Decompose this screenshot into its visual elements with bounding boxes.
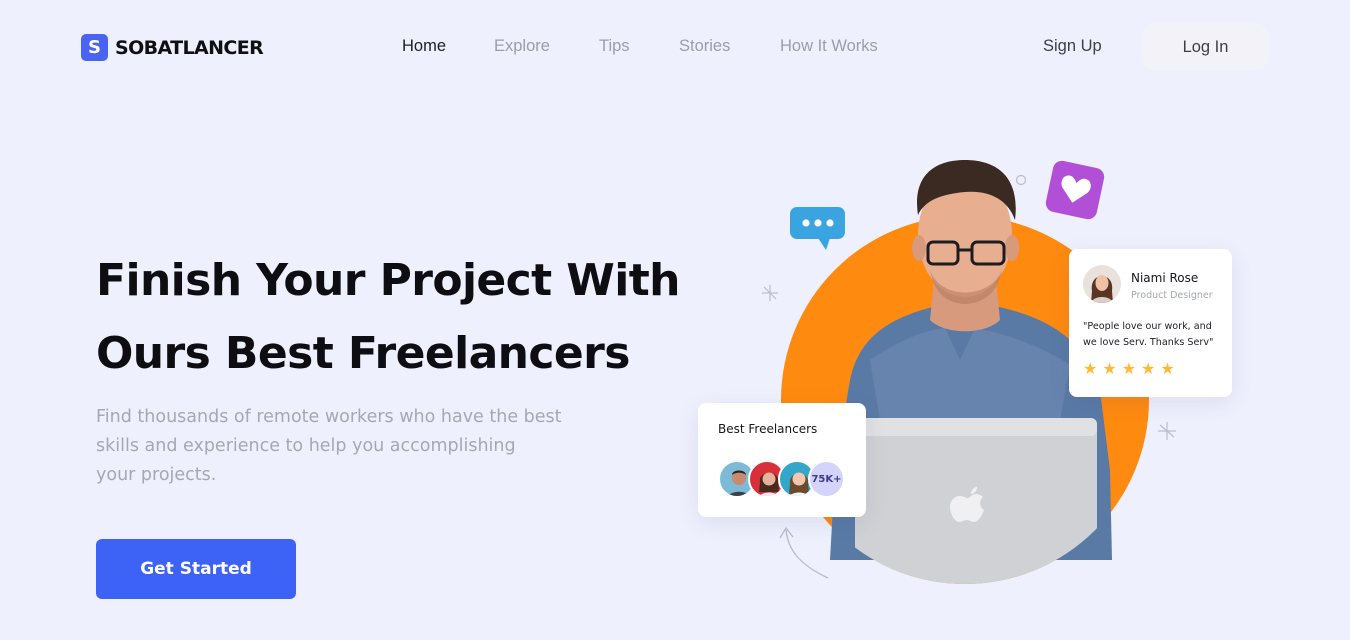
logo-icon: S xyxy=(81,34,108,61)
heart-icon xyxy=(1045,160,1105,220)
freelancer-avatar xyxy=(748,460,786,498)
review-quote: "People love our work, and we love Serv.… xyxy=(1083,321,1214,348)
hero-subtitle-line-1: Find thousands of remote workers who hav… xyxy=(96,407,562,427)
decorative-sparkle-right xyxy=(1158,422,1176,440)
hero-subtitle: Find thousands of remote workers who hav… xyxy=(96,403,616,490)
star-icon: ★ xyxy=(1083,359,1098,378)
get-started-button[interactable]: Get Started xyxy=(96,539,296,599)
freelancer-count-badge: 75K+ xyxy=(808,460,845,498)
review-card: Niami Rose Product Designer "People love… xyxy=(1069,249,1232,397)
nav-item-how-it-works[interactable]: How It Works xyxy=(780,37,878,56)
star-icon: ★ xyxy=(1102,359,1117,378)
orange-circle xyxy=(781,216,1149,584)
review-rating: ★ ★ ★ ★ ★ xyxy=(1083,361,1175,377)
reviewer-name: Niami Rose xyxy=(1131,271,1199,285)
nav-item-tips[interactable]: Tips xyxy=(599,37,630,56)
best-freelancers-card: Best Freelancers 75K+ xyxy=(698,403,866,517)
decorative-arrow xyxy=(785,529,829,579)
reviewer-role: Product Designer xyxy=(1131,290,1213,301)
hero-title-line-2: Ours Best Freelancers xyxy=(96,328,630,379)
hero-subtitle-line-3: your projects. xyxy=(96,465,217,485)
nav-item-home[interactable]: Home xyxy=(402,37,446,56)
brand-logo[interactable]: S SOBATLANCER xyxy=(81,34,264,61)
chat-bubble-icon xyxy=(790,207,845,250)
nav-item-stories[interactable]: Stories xyxy=(679,37,730,56)
freelancer-avatar xyxy=(778,460,816,498)
decorative-ring xyxy=(1015,174,1027,186)
sign-up-link[interactable]: Sign Up xyxy=(1043,37,1102,56)
log-in-button[interactable]: Log In xyxy=(1142,23,1269,71)
nav-item-explore[interactable]: Explore xyxy=(494,37,550,56)
freelancer-photo xyxy=(830,160,1112,560)
hero-title: Finish Your Project With Ours Best Freel… xyxy=(96,244,716,390)
apple-icon xyxy=(950,487,984,522)
star-icon: ★ xyxy=(1141,359,1156,378)
freelancer-avatar xyxy=(718,460,756,498)
hero-subtitle-line-2: skills and experience to help you accomp… xyxy=(96,436,516,456)
decorative-sparkle-left xyxy=(762,285,778,301)
best-freelancers-title: Best Freelancers xyxy=(718,422,818,436)
star-icon: ★ xyxy=(1121,359,1137,378)
star-icon: ★ xyxy=(1160,359,1175,378)
brand-name: SOBATLANCER xyxy=(115,36,264,59)
laptop xyxy=(855,418,1097,584)
reviewer-avatar xyxy=(1083,265,1121,303)
hero-title-line-1: Finish Your Project With xyxy=(96,255,680,306)
